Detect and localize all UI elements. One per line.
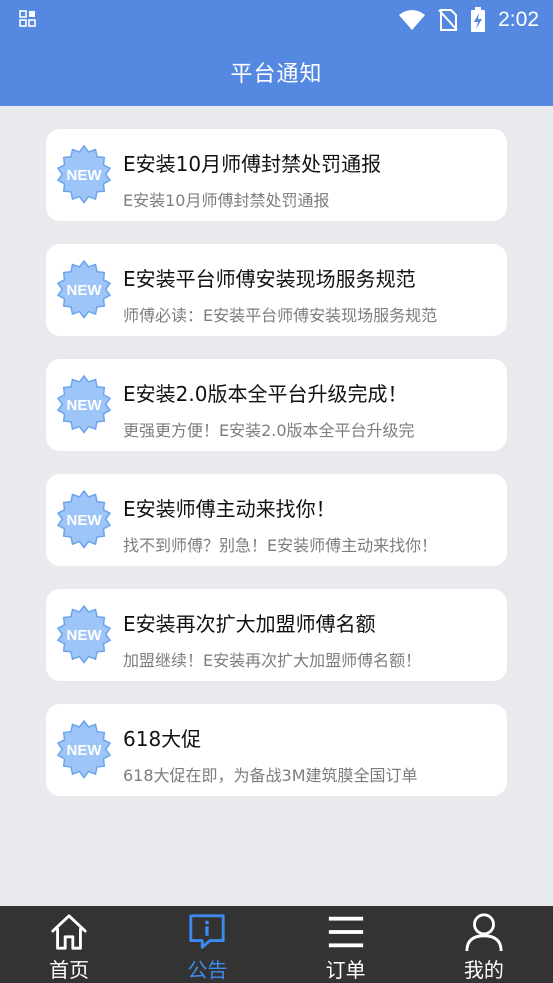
new-badge-icon: NEW (57, 720, 111, 779)
notice-title: E安装2.0版本全平台升级完成！ (123, 382, 408, 406)
tab-orders-label: 订单 (325, 958, 366, 982)
notice-card[interactable]: NEW E安装10月师傅封禁处罚通报 E安装10月师傅封禁处罚通报 (46, 129, 507, 221)
new-badge-icon: NEW (57, 375, 111, 434)
notice-summary: 更强更方便！E安装2.0版本全平台升级完 (123, 421, 415, 440)
battery-charging-icon (471, 7, 486, 32)
notice-title: E安装再次扩大加盟师傅名额 (123, 612, 376, 636)
svg-text:NEW: NEW (67, 627, 103, 644)
notice-title: E安装平台师傅安装现场服务规范 (123, 267, 416, 291)
notice-title: E安装10月师傅封禁处罚通报 (123, 152, 382, 176)
svg-text:NEW: NEW (67, 742, 103, 759)
notice-card[interactable]: NEW E安装2.0版本全平台升级完成！ 更强更方便！E安装2.0版本全平台升级… (46, 359, 507, 451)
page-title: 平台通知 (230, 62, 323, 87)
svg-text:NEW: NEW (67, 167, 103, 184)
notice-summary: 加盟继续！E安装再次扩大加盟师傅名额！ (123, 651, 422, 670)
notice-summary: 618大促在即，为备战3M建筑膜全国订单 (123, 766, 418, 785)
notice-card[interactable]: NEW E安装师傅主动来找你！ 找不到师傅？别急！E安装师傅主动来找你！ (46, 474, 507, 566)
app-header: 2:02 平台通知 (0, 0, 553, 106)
notification-grid-icon (19, 10, 36, 27)
notice-title: 618大促 (123, 727, 202, 751)
notice-summary: 师傅必读：E安装平台师傅安装现场服务规范 (123, 306, 438, 325)
notice-card[interactable]: NEW E安装平台师傅安装现场服务规范 师傅必读：E安装平台师傅安装现场服务规范 (46, 244, 507, 336)
svg-text:NEW: NEW (67, 282, 103, 299)
no-sim-icon (438, 9, 458, 31)
tab-profile-label: 我的 (463, 958, 504, 982)
new-badge-icon: NEW (57, 490, 111, 549)
new-badge-icon: NEW (57, 605, 111, 664)
wifi-icon (399, 10, 426, 30)
announcement-icon (189, 914, 225, 949)
new-badge-icon: NEW (57, 260, 111, 319)
tab-orders[interactable]: 订单 (277, 906, 415, 983)
tab-announcements[interactable]: 公告 (138, 906, 276, 983)
bottom-tab-bar: 首页 公告 订单 我的 (0, 906, 553, 983)
notice-list: NEW E安装10月师傅封禁处罚通报 E安装10月师傅封禁处罚通报 NEW E安… (46, 129, 507, 819)
user-icon (465, 913, 503, 952)
tab-home-label: 首页 (49, 958, 90, 982)
notice-card[interactable]: NEW E安装再次扩大加盟师傅名额 加盟继续！E安装再次扩大加盟师傅名额！ (46, 589, 507, 681)
notice-title: E安装师傅主动来找你！ (123, 497, 336, 521)
tab-home[interactable]: 首页 (0, 906, 138, 983)
new-badge-icon: NEW (57, 145, 111, 204)
home-icon (51, 914, 87, 950)
svg-text:NEW: NEW (67, 512, 103, 529)
menu-list-icon (328, 916, 363, 948)
notice-summary: E安装10月师傅封禁处罚通报 (123, 191, 330, 210)
status-bar: 2:02 (0, 0, 553, 40)
tab-announcements-label: 公告 (187, 958, 228, 982)
svg-text:NEW: NEW (67, 397, 103, 414)
notice-summary: 找不到师傅？别急！E安装师傅主动来找你！ (123, 536, 438, 555)
tab-profile[interactable]: 我的 (415, 906, 553, 983)
notice-card[interactable]: NEW 618大促 618大促在即，为备战3M建筑膜全国订单 (46, 704, 507, 796)
status-time: 2:02 (498, 8, 539, 31)
